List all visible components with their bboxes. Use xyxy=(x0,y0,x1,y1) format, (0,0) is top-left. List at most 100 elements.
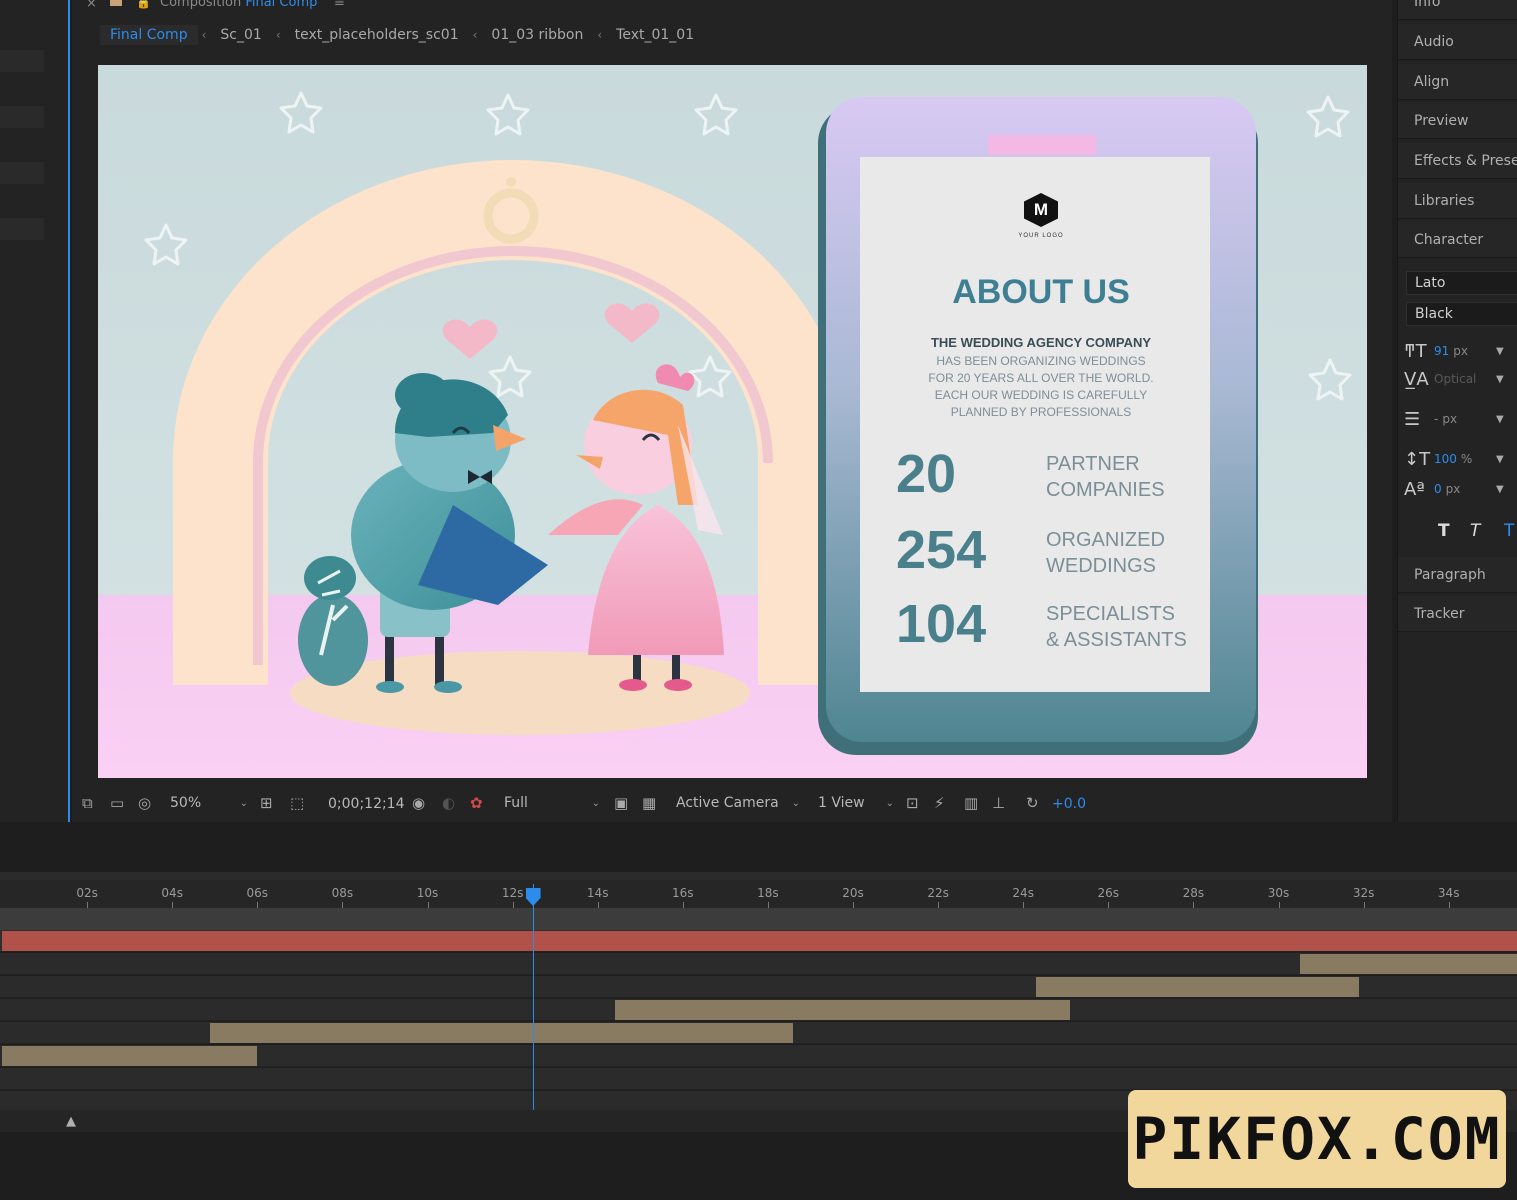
layer-track[interactable] xyxy=(0,1045,1517,1067)
panel-menu-icon[interactable]: ≡ xyxy=(334,0,345,10)
layer-duration-bar[interactable] xyxy=(210,1023,794,1043)
ruler-tick-label: 34s xyxy=(1437,886,1460,900)
flowchart-icon[interactable]: ⊥ xyxy=(992,794,1005,812)
stat-label: SPECIALISTS & ASSISTANTS xyxy=(1046,601,1187,653)
vertical-scale-row: ↕T 100 % ▼ xyxy=(1404,448,1517,470)
breadcrumb-sc01[interactable]: Sc_01 xyxy=(210,25,271,45)
exposure-value[interactable]: +0.0 xyxy=(1052,796,1086,812)
region-of-interest-icon[interactable]: ⬚ xyxy=(290,794,304,812)
font-size-value[interactable]: 91 xyxy=(1434,344,1449,358)
timeline-navigator[interactable] xyxy=(0,872,1517,880)
card-content: M YOUR LOGO ABOUT US THE WEDDING AGENCY … xyxy=(860,185,1210,685)
leading-value[interactable]: - xyxy=(1434,412,1438,426)
description-block: HAS BEEN ORGANIZING WEDDINGS FOR 20 YEAR… xyxy=(860,353,1222,421)
project-row[interactable] xyxy=(0,50,44,72)
breadcrumb-text-01-01[interactable]: Text_01_01 xyxy=(606,25,704,45)
font-family-dropdown[interactable]: Lato xyxy=(1406,271,1517,295)
chevron-down-icon[interactable]: ▼ xyxy=(1496,484,1504,495)
lock-icon[interactable]: 🔒 xyxy=(136,0,151,9)
reset-exposure-icon[interactable]: ↻ xyxy=(1026,794,1039,812)
camera-dropdown[interactable]: Active Camera ⌄ xyxy=(672,792,804,814)
show-snapshot-icon[interactable]: ◐ xyxy=(442,794,455,812)
stat-label-line: PARTNER xyxy=(1046,453,1140,475)
ruler-tick-label: 26s xyxy=(1097,886,1120,900)
camera-value: Active Camera xyxy=(676,795,779,811)
panel-audio[interactable]: Audio xyxy=(1398,24,1517,60)
transparency-grid-icon[interactable]: ▦ xyxy=(642,794,656,812)
panel-title: Composition Final Comp xyxy=(160,0,317,10)
view-layout-value: 1 View xyxy=(818,795,865,811)
panel-libraries[interactable]: Libraries xyxy=(1398,183,1517,219)
baseline-shift-value[interactable]: 0 xyxy=(1434,482,1442,496)
layer-duration-bar[interactable] xyxy=(2,1046,258,1066)
faux-italic-button[interactable]: T xyxy=(1470,521,1480,541)
project-row[interactable] xyxy=(0,218,44,240)
layer-track[interactable] xyxy=(0,999,1517,1021)
chevron-down-icon[interactable]: ▼ xyxy=(1496,454,1504,465)
stat-label: PARTNER COMPANIES xyxy=(1046,451,1165,503)
panel-character[interactable]: Character xyxy=(1398,222,1517,258)
resolution-dropdown[interactable]: Full ⌄ xyxy=(500,792,604,814)
breadcrumb-ribbon[interactable]: 01_03 ribbon xyxy=(481,25,593,45)
font-size-icon: ͳT xyxy=(1404,340,1427,362)
current-time-indicator-line xyxy=(532,884,534,1110)
layer-duration-bar[interactable] xyxy=(1035,977,1360,997)
panel-align[interactable]: Align xyxy=(1398,64,1517,100)
breadcrumb-text-placeholders[interactable]: text_placeholders_sc01 xyxy=(285,25,469,45)
panel-title-comp-name: Final Comp xyxy=(245,0,318,10)
font-size-row: ͳT 91 px ▼ xyxy=(1404,340,1517,362)
close-panel-icon[interactable]: × xyxy=(86,0,97,11)
panel-preview[interactable]: Preview xyxy=(1398,103,1517,139)
all-caps-button[interactable]: T xyxy=(1504,521,1514,541)
composition-viewer[interactable]: M YOUR LOGO ABOUT US THE WEDDING AGENCY … xyxy=(98,65,1367,778)
faux-bold-button[interactable]: T xyxy=(1438,521,1450,541)
project-row[interactable] xyxy=(0,162,44,184)
comp-duration-bar[interactable] xyxy=(2,931,1517,951)
zoom-slider-icon[interactable]: ▲ xyxy=(66,1114,76,1129)
chevron-down-icon[interactable]: ▼ xyxy=(1496,346,1504,357)
ruler-tick-label: 16s xyxy=(672,886,694,900)
layer-track[interactable] xyxy=(0,1068,1517,1090)
stat-row: 254 ORGANIZED WEDDINGS xyxy=(896,519,1216,583)
panel-info[interactable]: Info xyxy=(1398,0,1517,20)
current-time-display[interactable]: 0;00;12;14 xyxy=(328,796,405,812)
vertical-scale-icon: ↕T xyxy=(1404,448,1431,470)
baseline-shift-icon: Aª xyxy=(1404,478,1425,500)
font-style-dropdown[interactable]: Black xyxy=(1406,302,1517,326)
toggle-pixel-aspect-icon[interactable]: ⊡ xyxy=(906,794,919,812)
layer-track[interactable] xyxy=(0,930,1517,952)
layer-track[interactable] xyxy=(0,953,1517,975)
layer-track[interactable] xyxy=(0,1022,1517,1044)
monitor-icon[interactable]: ▭ xyxy=(110,794,124,812)
description-line: HAS BEEN ORGANIZING WEDDINGS xyxy=(936,354,1146,368)
layer-duration-bar[interactable] xyxy=(1299,954,1517,974)
ruler-tick-label: 04s xyxy=(161,886,183,900)
breadcrumb-final-comp[interactable]: Final Comp xyxy=(100,25,198,45)
fast-preview-icon[interactable]: ▣ xyxy=(614,794,628,812)
time-ruler[interactable]: 02s 04s 06s 08s 10s 12s 14s 16s 18s 20s 22s 24s 26s 2… xyxy=(0,880,1517,908)
project-row[interactable] xyxy=(0,106,44,128)
view-layout-dropdown[interactable]: 1 View ⌄ xyxy=(814,792,898,814)
stat-label-line: WEDDINGS xyxy=(1046,555,1156,577)
magnification-dropdown[interactable]: 50% ⌄ xyxy=(166,792,252,814)
layer-duration-bar[interactable] xyxy=(614,1000,1070,1020)
panel-effects-presets[interactable]: Effects & Presets xyxy=(1398,143,1517,179)
channel-icon[interactable]: ✿ xyxy=(470,794,483,812)
logo-caption: YOUR LOGO xyxy=(1018,233,1064,239)
chevron-down-icon[interactable]: ▼ xyxy=(1496,374,1504,385)
grid-guide-icon[interactable]: ⊞ xyxy=(260,794,273,812)
chevron-down-icon[interactable]: ▼ xyxy=(1496,414,1504,425)
panel-tracker[interactable]: Tracker xyxy=(1398,596,1517,632)
kerning-value[interactable]: Optical xyxy=(1434,372,1476,386)
ruler-tick-label: 24s xyxy=(1012,886,1034,900)
work-area-bar[interactable] xyxy=(0,908,1517,930)
timeline-icon[interactable]: ▥ xyxy=(964,794,978,812)
camera-snapshot-icon[interactable]: ◉ xyxy=(412,794,425,812)
panel-paragraph[interactable]: Paragraph xyxy=(1398,557,1517,593)
composition-breadcrumbs: Final Comp ‹ Sc_01 ‹ text_placeholders_s… xyxy=(100,24,704,46)
always-preview-icon[interactable]: ⧉ xyxy=(82,794,93,812)
mask-visibility-icon[interactable]: ◎ xyxy=(138,794,151,812)
draft-3d-icon[interactable]: ⚡ xyxy=(934,794,945,812)
vertical-scale-value[interactable]: 100 xyxy=(1434,452,1457,466)
layer-track[interactable] xyxy=(0,976,1517,998)
